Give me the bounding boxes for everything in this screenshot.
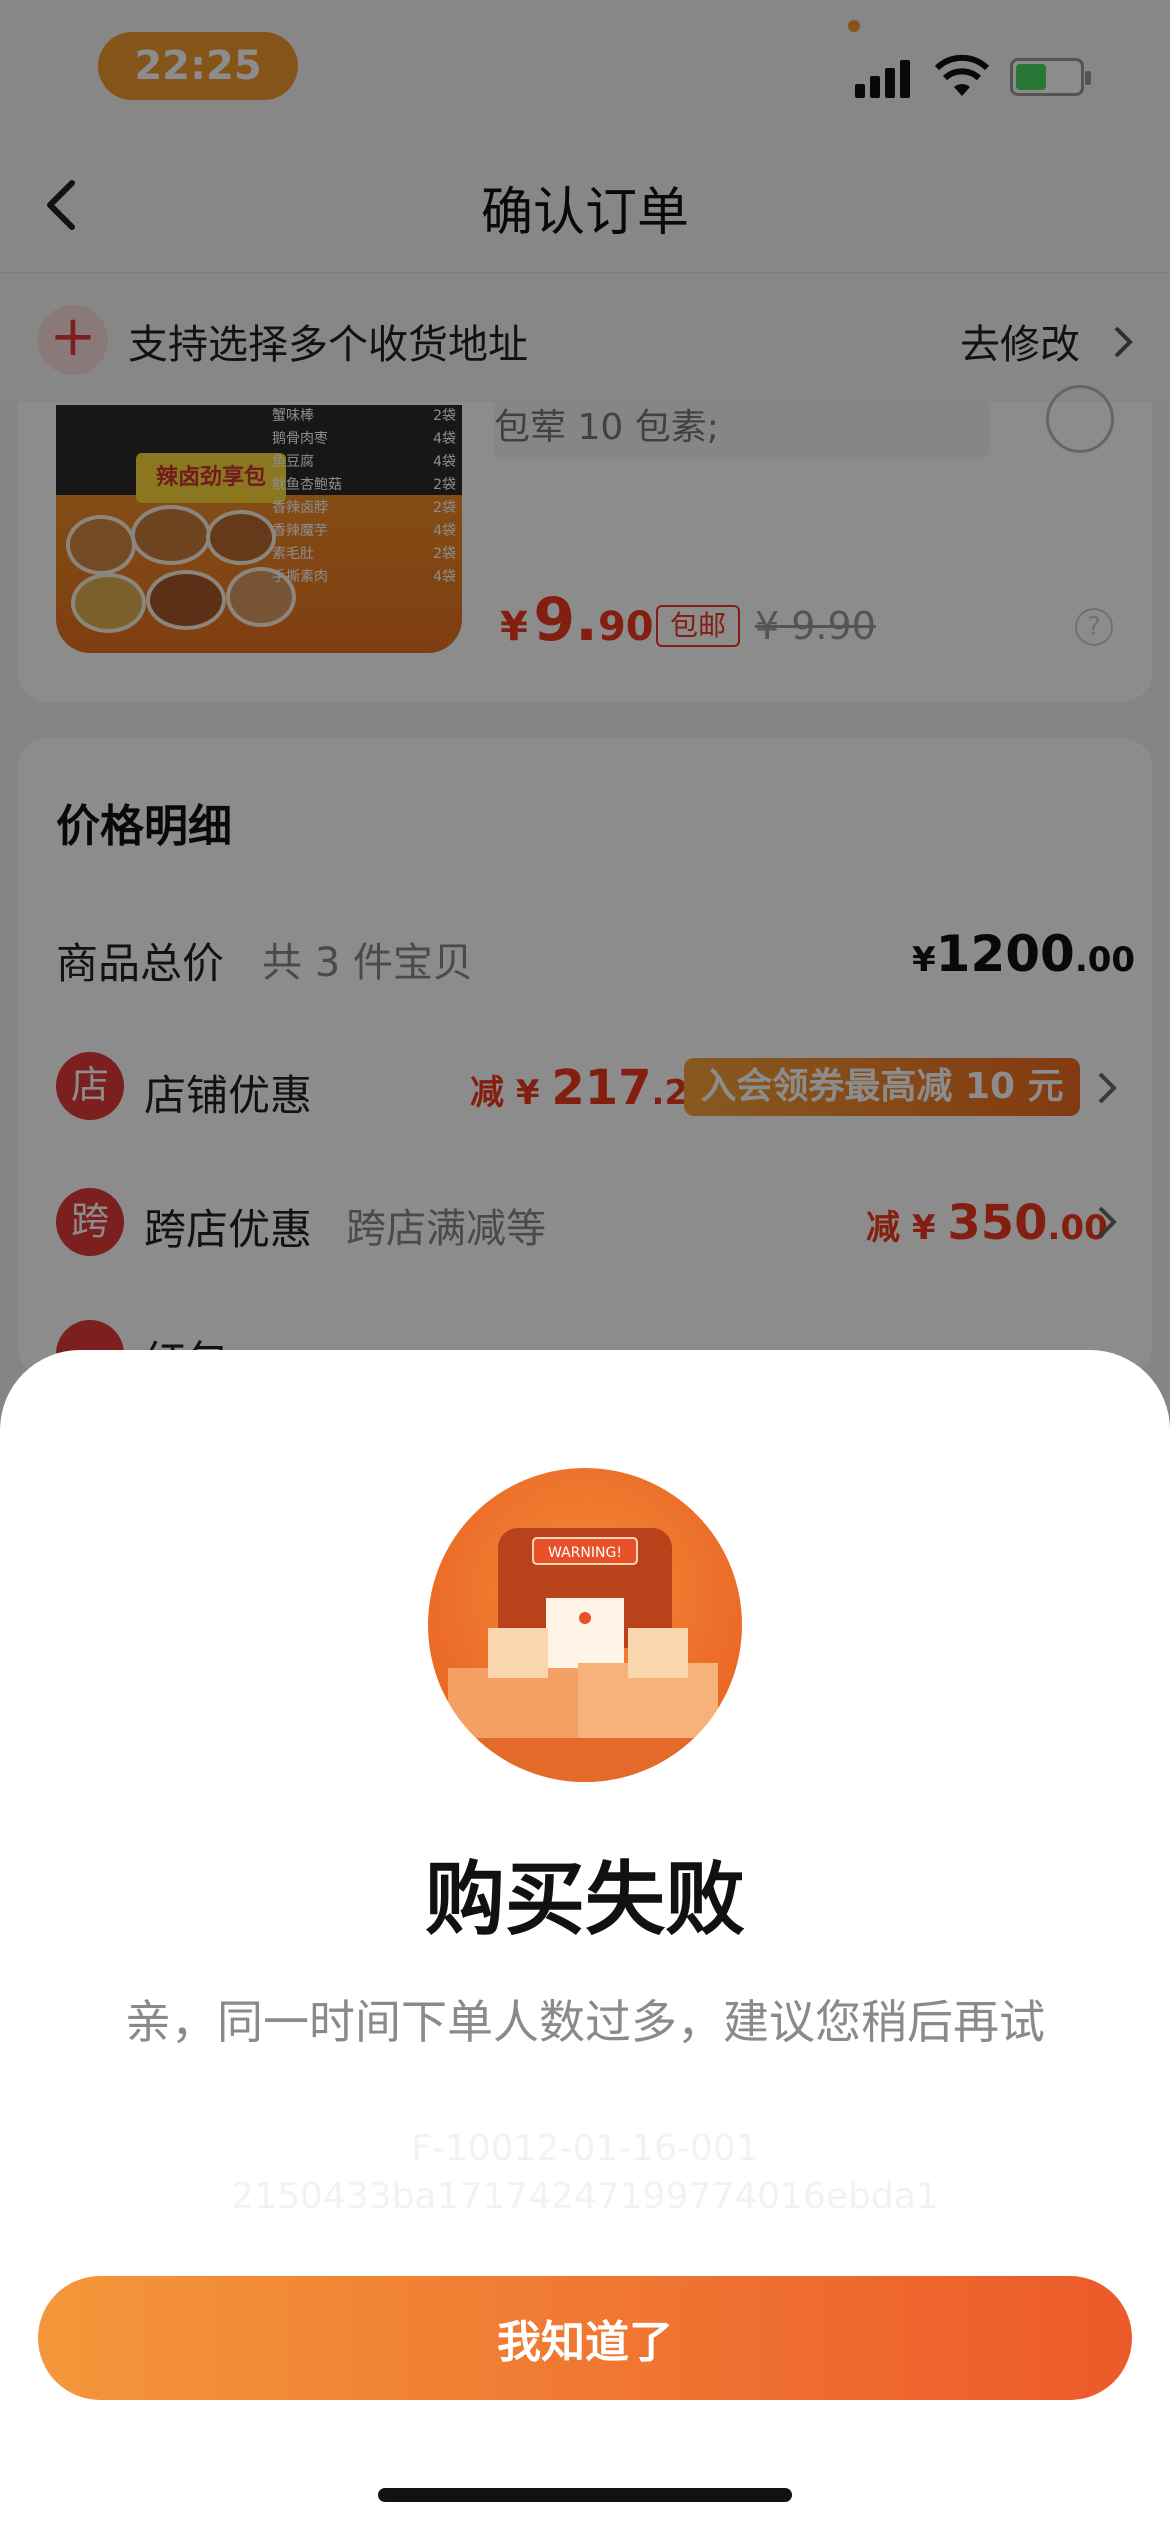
delivery-box-icon: WARNING! bbox=[428, 1528, 742, 1782]
confirm-button[interactable]: 我知道了 bbox=[38, 2276, 1132, 2400]
warning-illustration: WARNING! bbox=[428, 1468, 742, 1782]
warning-label: WARNING! bbox=[548, 1545, 622, 1561]
home-indicator[interactable] bbox=[378, 2488, 792, 2502]
trace-id: 2150433ba17174247199774016ebda1 bbox=[231, 2176, 939, 2217]
error-code: F-10012-01-16-001 bbox=[411, 2128, 759, 2169]
dialog-message: 亲，同一时间下单人数过多，建议您稍后再试 bbox=[125, 1995, 1045, 2049]
dialog-title: 购买失败 bbox=[425, 1853, 745, 1946]
